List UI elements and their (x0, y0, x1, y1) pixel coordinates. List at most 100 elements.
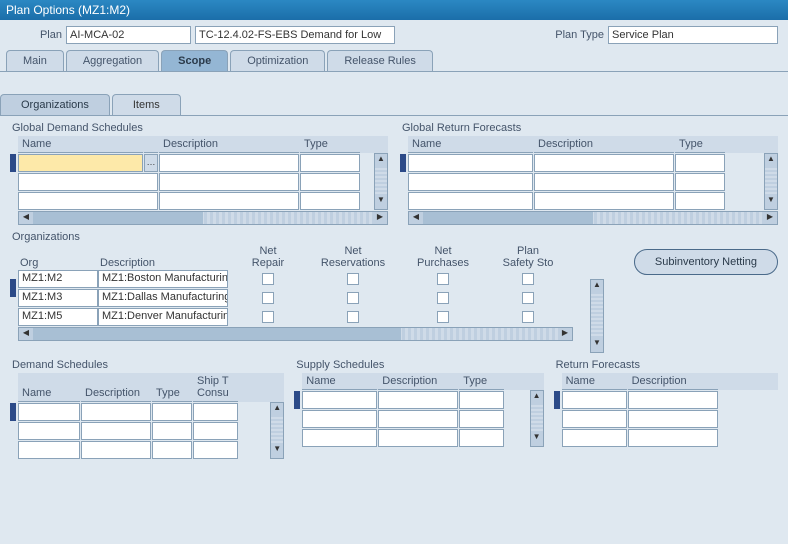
ss-type[interactable] (459, 429, 504, 447)
scroll-left-icon[interactable]: ◀ (19, 212, 33, 224)
gds-desc-input[interactable] (159, 192, 299, 210)
ds-type[interactable] (152, 403, 192, 421)
ss-type[interactable] (459, 410, 504, 428)
ds-name[interactable] (18, 422, 80, 440)
grf-name-input[interactable] (408, 154, 533, 172)
ds-ship[interactable] (193, 422, 238, 440)
net-res-checkbox[interactable] (347, 292, 359, 304)
rf-name[interactable] (562, 429, 627, 447)
scroll-down-icon[interactable]: ▼ (375, 195, 387, 209)
ds-name[interactable] (18, 403, 80, 421)
scroll-right-icon[interactable]: ▶ (763, 212, 777, 224)
tab-scope[interactable]: Scope (161, 50, 228, 71)
scroll-left-icon[interactable]: ◀ (409, 212, 423, 224)
plan-ss-checkbox[interactable] (522, 311, 534, 323)
grf-hscroll[interactable]: ◀ ▶ (408, 211, 778, 225)
rf-name[interactable] (562, 410, 627, 428)
plan-desc-input[interactable] (195, 26, 395, 44)
ds-ship[interactable] (193, 403, 238, 421)
gds-name-input[interactable] (18, 192, 158, 210)
ss-name[interactable] (302, 391, 377, 409)
gds-hscroll[interactable]: ◀ ▶ (18, 211, 388, 225)
rf-desc[interactable] (628, 429, 718, 447)
rf-desc[interactable] (628, 410, 718, 428)
ds-type[interactable] (152, 441, 192, 459)
scroll-up-icon[interactable]: ▲ (765, 154, 777, 168)
gds-name-input[interactable] (18, 154, 143, 172)
rf-desc[interactable] (628, 391, 718, 409)
tab-aggregation[interactable]: Aggregation (66, 50, 159, 71)
scroll-down-icon[interactable]: ▼ (765, 195, 777, 209)
scroll-right-icon[interactable]: ▶ (373, 212, 387, 224)
org-desc[interactable]: MZ1:Dallas Manufacturing (98, 289, 228, 307)
gds-vscroll[interactable]: ▲ ▼ (374, 153, 388, 210)
scroll-up-icon[interactable]: ▲ (375, 154, 387, 168)
ss-desc[interactable] (378, 391, 458, 409)
subtab-items[interactable]: Items (112, 94, 181, 115)
plan-type-input[interactable] (608, 26, 778, 44)
net-pur-checkbox[interactable] (437, 311, 449, 323)
ss-vscroll[interactable]: ▲ ▼ (530, 390, 544, 447)
scroll-up-icon[interactable]: ▲ (271, 403, 283, 417)
grf-name-input[interactable] (408, 192, 533, 210)
net-repair-checkbox[interactable] (262, 273, 274, 285)
scroll-up-icon[interactable]: ▲ (531, 391, 543, 405)
grf-desc-input[interactable] (534, 192, 674, 210)
orgs-vscroll[interactable]: ▲ ▼ (590, 279, 604, 353)
ds-vscroll[interactable]: ▲ ▼ (270, 402, 284, 459)
gds-type-input[interactable] (300, 192, 360, 210)
ds-ship[interactable] (193, 441, 238, 459)
ss-name[interactable] (302, 429, 377, 447)
ss-desc[interactable] (378, 410, 458, 428)
grf-desc-input[interactable] (534, 154, 674, 172)
gds-desc-input[interactable] (159, 154, 299, 172)
gds-type-input[interactable] (300, 173, 360, 191)
rf-name[interactable] (562, 391, 627, 409)
ds-desc[interactable] (81, 422, 151, 440)
net-repair-checkbox[interactable] (262, 292, 274, 304)
scroll-down-icon[interactable]: ▼ (531, 432, 543, 446)
org-code[interactable]: MZ1:M3 (18, 289, 98, 307)
net-res-checkbox[interactable] (347, 311, 359, 323)
ds-desc[interactable] (81, 441, 151, 459)
net-pur-checkbox[interactable] (437, 273, 449, 285)
tab-main[interactable]: Main (6, 50, 64, 71)
plan-code-input[interactable] (66, 26, 191, 44)
net-pur-checkbox[interactable] (437, 292, 449, 304)
scroll-right-icon[interactable]: ▶ (558, 328, 572, 340)
org-desc[interactable]: MZ1:Boston Manufacturing (98, 270, 228, 288)
gds-name-input[interactable] (18, 173, 158, 191)
net-res-checkbox[interactable] (347, 273, 359, 285)
org-code[interactable]: MZ1:M5 (18, 308, 98, 326)
tab-optimization[interactable]: Optimization (230, 50, 325, 71)
grf-type-input[interactable] (675, 154, 725, 172)
orgs-col-netpur: Net Purchases (398, 245, 488, 269)
subinventory-netting-button[interactable]: Subinventory Netting (634, 249, 778, 275)
ss-desc[interactable] (378, 429, 458, 447)
scroll-up-icon[interactable]: ▲ (591, 280, 603, 294)
scroll-down-icon[interactable]: ▼ (271, 444, 283, 458)
grf-vscroll[interactable]: ▲ ▼ (764, 153, 778, 210)
grf-type-input[interactable] (675, 173, 725, 191)
ds-name[interactable] (18, 441, 80, 459)
orgs-hscroll[interactable]: ◀ ▶ (18, 327, 573, 341)
scroll-down-icon[interactable]: ▼ (591, 338, 603, 352)
org-code[interactable]: MZ1:M2 (18, 270, 98, 288)
grf-type-input[interactable] (675, 192, 725, 210)
gds-type-input[interactable] (300, 154, 360, 172)
grf-name-input[interactable] (408, 173, 533, 191)
ds-desc[interactable] (81, 403, 151, 421)
ss-name[interactable] (302, 410, 377, 428)
grf-desc-input[interactable] (534, 173, 674, 191)
org-desc[interactable]: MZ1:Denver Manufacturing (98, 308, 228, 326)
subtab-organizations[interactable]: Organizations (0, 94, 110, 115)
gds-desc-input[interactable] (159, 173, 299, 191)
tab-release-rules[interactable]: Release Rules (327, 50, 433, 71)
net-repair-checkbox[interactable] (262, 311, 274, 323)
plan-ss-checkbox[interactable] (522, 292, 534, 304)
plan-ss-checkbox[interactable] (522, 273, 534, 285)
gds-lov-button[interactable]: … (144, 154, 158, 172)
ss-type[interactable] (459, 391, 504, 409)
scroll-left-icon[interactable]: ◀ (19, 328, 33, 340)
ds-type[interactable] (152, 422, 192, 440)
